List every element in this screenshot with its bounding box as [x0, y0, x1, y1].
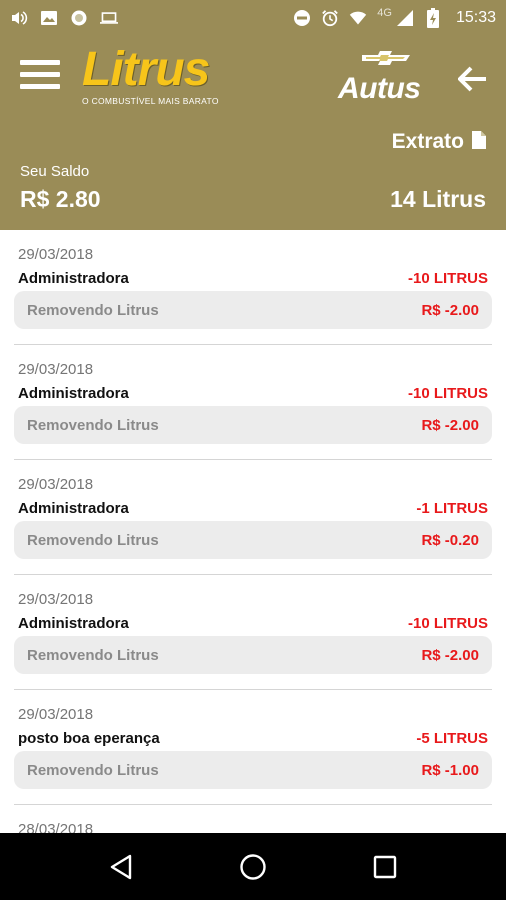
- transaction-item: 29/03/2018 Administradora -10 LITRUS Rem…: [14, 230, 492, 345]
- volume-icon: [10, 9, 28, 27]
- logo-text: Litrus: [82, 43, 210, 96]
- signal-icon: [396, 9, 414, 27]
- logo-tagline: O COMBUSTÍVEL MAIS BARATO: [82, 96, 219, 106]
- transaction-litrus: -1 LITRUS: [416, 500, 488, 517]
- transaction-name: posto boa eperança: [18, 730, 160, 747]
- nav-recents-button[interactable]: [365, 847, 405, 887]
- battery-charging-icon: [424, 8, 442, 28]
- transaction-description: Removendo Litrus: [27, 417, 159, 434]
- transaction-litrus: -5 LITRUS: [416, 730, 488, 747]
- transaction-description: Removendo Litrus: [27, 302, 159, 319]
- home-circle-icon: [240, 853, 266, 880]
- transaction-description: Removendo Litrus: [27, 762, 159, 779]
- menu-line: [20, 84, 60, 89]
- transaction-detail: Removendo Litrus R$ -2.00: [14, 636, 492, 674]
- transaction-description: Removendo Litrus: [27, 532, 159, 549]
- nav-home-button[interactable]: [233, 847, 273, 887]
- transaction-detail: Removendo Litrus R$ -0.20: [14, 521, 492, 559]
- transaction-item: 29/03/2018 Administradora -10 LITRUS Rem…: [14, 345, 492, 460]
- menu-line: [20, 60, 60, 65]
- back-arrow-button[interactable]: [457, 66, 488, 92]
- alarm-icon: [321, 9, 339, 27]
- autus-logo: Autus: [338, 50, 438, 106]
- app-header: Litrus O COMBUSTÍVEL MAIS BARATO Autus E…: [0, 36, 506, 230]
- saldo-label: Seu Saldo: [20, 163, 90, 180]
- partner-name: Autus: [338, 72, 421, 105]
- litrus-logo: Litrus O COMBUSTÍVEL MAIS BARATO: [82, 43, 252, 107]
- transaction-litrus: -10 LITRUS: [407, 615, 488, 632]
- transaction-litrus: -10 LITRUS: [407, 385, 488, 402]
- clock: 15:33: [455, 9, 496, 26]
- transaction-name: Administradora: [18, 500, 129, 517]
- extrato-button[interactable]: Extrato: [392, 130, 486, 154]
- circle-icon: [70, 9, 88, 27]
- image-icon: [40, 9, 58, 27]
- transaction-date: 29/03/2018: [18, 706, 94, 723]
- transaction-name: Administradora: [18, 385, 129, 402]
- transaction-amount: R$ -2.00: [421, 417, 479, 434]
- transaction-list[interactable]: 29/03/2018 Administradora -10 LITRUS Rem…: [0, 230, 506, 833]
- saldo-value: R$ 2.80: [20, 186, 101, 212]
- transaction-name: Administradora: [18, 270, 129, 287]
- nav-back-button[interactable]: [101, 847, 141, 887]
- transaction-amount: R$ -1.00: [421, 762, 479, 779]
- menu-line: [20, 72, 60, 77]
- wifi-icon: [349, 9, 367, 27]
- document-icon: [472, 130, 486, 154]
- transaction-item: 28/03/2018: [14, 805, 492, 833]
- menu-button[interactable]: [20, 60, 60, 96]
- transaction-detail: Removendo Litrus R$ -2.00: [14, 291, 492, 329]
- transaction-amount: R$ -2.00: [421, 302, 479, 319]
- transaction-item: 29/03/2018 Administradora -1 LITRUS Remo…: [14, 460, 492, 575]
- transaction-name: Administradora: [18, 615, 129, 632]
- transaction-amount: R$ -0.20: [421, 532, 479, 549]
- transaction-date: 29/03/2018: [18, 591, 94, 608]
- litrus-balance: 14 Litrus: [390, 186, 486, 212]
- transaction-date: 29/03/2018: [18, 476, 94, 493]
- transaction-detail: Removendo Litrus R$ -1.00: [14, 751, 492, 789]
- recents-square-icon: [373, 855, 397, 878]
- transaction-item: 29/03/2018 Administradora -10 LITRUS Rem…: [14, 575, 492, 690]
- transaction-date: 29/03/2018: [18, 246, 94, 263]
- do-not-disturb-icon: [293, 9, 311, 27]
- transaction-detail: Removendo Litrus R$ -2.00: [14, 406, 492, 444]
- status-bar: 4G 15:33: [0, 0, 506, 36]
- back-triangle-icon: [110, 854, 132, 879]
- transaction-date: 28/03/2018: [18, 821, 94, 833]
- laptop-icon: [100, 9, 118, 27]
- transaction-date: 29/03/2018: [18, 361, 94, 378]
- extrato-label: Extrato: [391, 130, 464, 153]
- transaction-amount: R$ -2.00: [421, 647, 479, 664]
- transaction-litrus: -10 LITRUS: [407, 270, 488, 287]
- system-nav-bar: [0, 833, 506, 900]
- chevrolet-bowtie-icon: [362, 51, 410, 65]
- transaction-item: 29/03/2018 posto boa eperança -5 LITRUS …: [14, 690, 492, 805]
- transaction-description: Removendo Litrus: [27, 647, 159, 664]
- network-type-label: 4G: [377, 7, 392, 19]
